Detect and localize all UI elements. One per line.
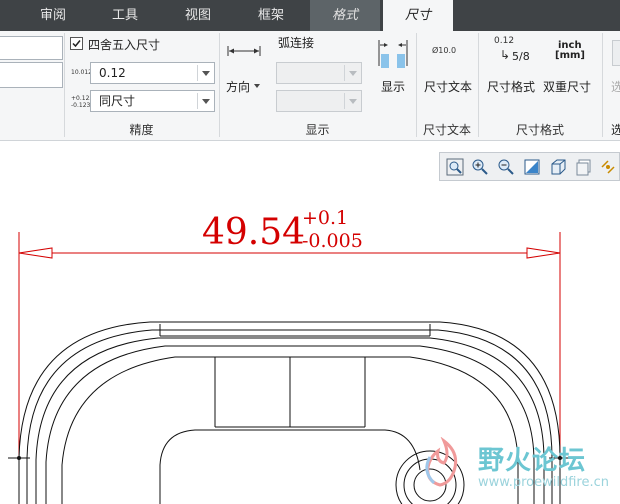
tab-review[interactable]: 审阅 — [22, 0, 84, 31]
decimal-places-select[interactable]: 0.12 — [90, 62, 215, 84]
watermark-url: www.proewildfire.cn — [478, 475, 609, 490]
clipped-options-label[interactable]: 选 — [611, 78, 620, 95]
tolerance-icon-bottom: -0.123 — [71, 102, 91, 109]
group-label-precision: 精度 — [129, 123, 154, 137]
chevron-down-icon[interactable] — [202, 99, 210, 104]
chevron-down-icon[interactable] — [202, 71, 210, 76]
snap-point — [17, 456, 21, 460]
round-dimension-label: 四舍五入尺寸 — [88, 38, 161, 52]
clipped-field-top[interactable] — [0, 36, 63, 60]
format-icon-fraction: 5/8 — [512, 50, 530, 63]
direction-button[interactable]: 方向 — [224, 77, 266, 95]
chevron-down-icon — [349, 71, 357, 76]
group-label-display: 显示 — [305, 123, 330, 137]
round-dimension-checkbox[interactable] — [70, 37, 83, 50]
show-button-label[interactable]: 显示 — [381, 78, 405, 95]
tolerance-select[interactable]: 同尺寸 — [90, 90, 215, 112]
arc-connect-label: 弧连接 — [278, 36, 315, 50]
tab-format[interactable]: 格式 — [310, 0, 380, 31]
tab-dimension[interactable]: 尺寸 — [383, 0, 453, 32]
group-label-clipped: 选 — [611, 123, 620, 137]
checkmark-icon — [72, 40, 81, 48]
direction-arrows-icon — [227, 46, 261, 56]
dimension-upper-tolerance[interactable]: +0.1 — [302, 208, 348, 228]
dimension-nominal-value[interactable]: 49.54 — [202, 213, 305, 253]
decimal-places-value: 0.12 — [99, 66, 126, 80]
direction-label: 方向 — [226, 80, 251, 94]
dual-dim-icon-mm: [mm] — [555, 50, 585, 61]
clipped-options-icon[interactable] — [612, 40, 620, 66]
dual-dimension-button[interactable]: 双重尺寸 — [543, 78, 591, 95]
dimension-text-icon: Ø10.0 — [432, 46, 457, 55]
watermark-brand: 野火论坛 — [478, 446, 587, 476]
ribbon-panel: 四舍五入尺寸 10.0123 0.12 +0.123 -0.123 同尺寸 精度… — [0, 31, 620, 141]
tab-view[interactable]: 视图 — [167, 0, 229, 31]
tolerance-value: 同尺寸 — [99, 94, 136, 108]
format-icon-decimal: 0.12 — [494, 36, 515, 46]
show-witness-lines-icon[interactable] — [376, 36, 410, 70]
clipped-field-bottom[interactable] — [0, 62, 63, 88]
dimension-format-button[interactable]: 尺寸格式 — [487, 78, 535, 95]
format-icon-arrow: ↳ — [500, 48, 511, 62]
chevron-down-icon — [254, 84, 260, 88]
dimension-text-button[interactable]: 尺寸文本 — [424, 78, 472, 95]
arc-style-select[interactable] — [276, 90, 362, 112]
arc-connect-select[interactable] — [276, 62, 362, 84]
tab-tools[interactable]: 工具 — [94, 0, 156, 31]
group-label-dim-text: 尺寸文本 — [422, 123, 471, 137]
ribbon-tab-bar: 审阅 工具 视图 框架 格式 尺寸 — [0, 0, 620, 32]
flame-logo-icon — [425, 437, 458, 487]
group-separator — [602, 33, 603, 137]
chevron-down-icon — [349, 99, 357, 104]
group-label-dim-format: 尺寸格式 — [515, 123, 564, 137]
dimension-lower-tolerance[interactable]: -0.005 — [302, 231, 363, 251]
tab-frame[interactable]: 框架 — [240, 0, 302, 31]
